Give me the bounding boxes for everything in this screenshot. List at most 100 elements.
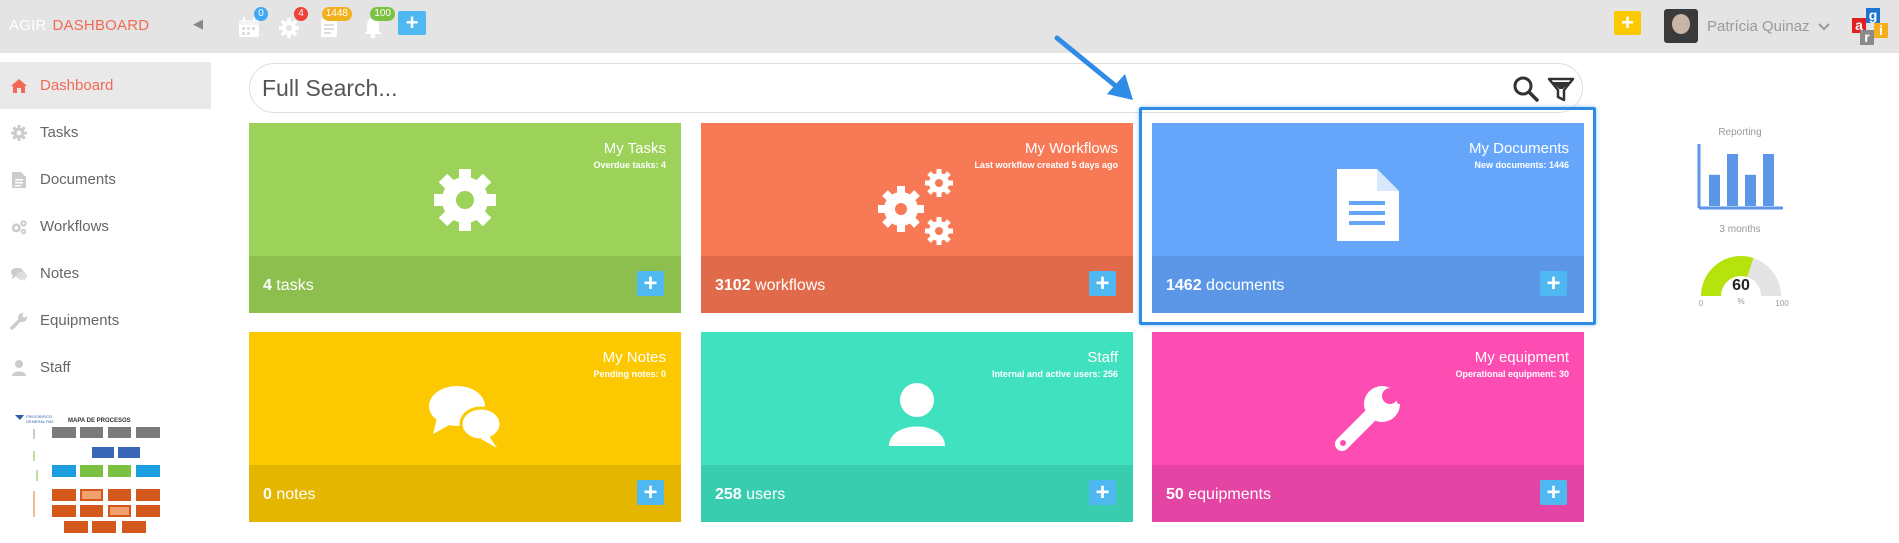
sidebar-item-equipments[interactable]: Equipments [0, 297, 211, 344]
user-icon [10, 359, 28, 377]
tile-count-unit: workflows [755, 277, 826, 294]
user-icon [889, 383, 945, 446]
tile-my-equipment[interactable]: My equipment Operational equipment: 30 5… [1152, 332, 1584, 522]
tile-footer: 3102 workflows + [701, 256, 1133, 313]
add-workflow-button[interactable]: + [1089, 271, 1116, 296]
tile-count-unit: tasks [276, 277, 314, 294]
logo-letter-r: r [1860, 30, 1874, 45]
tile-title: My Tasks [603, 140, 666, 157]
brand-section: DASHBOARD [52, 17, 150, 34]
gauge-min: 0 [1699, 299, 1704, 308]
search-icon[interactable] [1512, 75, 1540, 103]
gear-icon [10, 124, 28, 142]
sidebar-item-dashboard[interactable]: Dashboard [0, 62, 211, 109]
thumbnail-logo: FRIGORIFICO GENERAL PAZ [15, 414, 54, 424]
documents-badge: 1448 [321, 7, 352, 21]
tile-footer: 4 tasks + [249, 256, 681, 313]
gears-icon [10, 218, 28, 236]
tile-my-notes[interactable]: My Notes Pending notes: 0 0 notes + [249, 332, 681, 522]
add-button[interactable]: + [398, 11, 426, 35]
tile-header: My Notes Pending notes: 0 [249, 332, 681, 465]
avatar[interactable] [1664, 9, 1698, 43]
documents-button[interactable]: 1448 [316, 7, 352, 40]
top-bar: AGIR DASHBOARD ◀ 0 4 1448 100 + + Patríci… [0, 0, 1899, 53]
tile-count: 3102 workflows [715, 277, 825, 295]
sidebar-item-label: Documents [40, 171, 116, 188]
tile-count-unit: equipments [1188, 486, 1271, 503]
tile-count: 0 notes [263, 486, 316, 504]
search-bar [249, 63, 1583, 113]
tile-count-unit: users [746, 486, 786, 503]
brand[interactable]: AGIR DASHBOARD [9, 17, 149, 34]
sidebar-item-label: Notes [40, 265, 80, 282]
tile-footer: 50 equipments + [1152, 465, 1584, 522]
tile-footer: 0 notes + [249, 465, 681, 522]
add-equipment-button[interactable]: + [1540, 480, 1567, 505]
gears-icon [878, 169, 953, 245]
reporting-label: Reporting [1718, 127, 1762, 138]
notifications-button[interactable]: 100 [360, 7, 395, 40]
calendar-badge: 0 [254, 7, 268, 21]
agir-logo[interactable]: a g r i [1848, 6, 1894, 48]
tile-staff[interactable]: Staff Internal and active users: 256 258… [701, 332, 1133, 522]
tile-count-value: 50 [1166, 486, 1184, 503]
brand-name: AGIR [9, 17, 47, 34]
tile-subtitle: Last workflow created 5 days ago [974, 160, 1118, 170]
quick-add-button[interactable]: + [1614, 11, 1641, 35]
sidebar: Dashboard Tasks Documents Workflows Note… [0, 62, 211, 391]
reporting-period: 3 months [1719, 224, 1761, 235]
sidebar-item-tasks[interactable]: Tasks [0, 109, 211, 156]
tile-count-value: 4 [263, 277, 272, 294]
gauge-max: 100 [1775, 299, 1789, 308]
report-bar [1763, 154, 1774, 206]
wrench-icon [10, 312, 28, 330]
user-menu[interactable]: Patrícia Quinaz [1707, 18, 1830, 35]
tile-count: 50 equipments [1166, 486, 1271, 504]
tile-header: My Tasks Overdue tasks: 4 [249, 123, 681, 256]
sidebar-item-staff[interactable]: Staff [0, 344, 211, 391]
tile-title: My Notes [602, 349, 666, 366]
calendar-button[interactable]: 0 [236, 7, 268, 40]
gear-icon [434, 169, 496, 231]
chat-bubbles-icon [429, 386, 503, 448]
process-map-thumbnail[interactable]: FRIGORIFICO GENERAL PAZ MAPA DE PROCESOS [12, 413, 184, 541]
user-name: Patrícia Quinaz [1707, 18, 1810, 35]
tile-my-workflows[interactable]: My Workflows Last workflow created 5 day… [701, 123, 1133, 313]
logo-letter-g: g [1866, 8, 1880, 23]
sidebar-item-workflows[interactable]: Workflows [0, 203, 211, 250]
settings-button[interactable]: 4 [276, 7, 308, 40]
wrench-icon [1335, 386, 1404, 451]
tile-footer: 258 users + [701, 465, 1133, 522]
logo-letter-i: i [1874, 23, 1888, 38]
add-note-button[interactable]: + [637, 480, 664, 505]
sidebar-item-label: Equipments [40, 312, 120, 329]
search-input[interactable] [262, 72, 1462, 104]
progress-gauge: 60 % 0 100 [1699, 256, 1789, 308]
notifications-badge: 100 [370, 7, 395, 21]
home-icon [10, 77, 28, 95]
gauge-value: 60 [1732, 277, 1750, 294]
tile-count-value: 3102 [715, 277, 751, 294]
tile-header: My Workflows Last workflow created 5 day… [701, 123, 1133, 256]
sidebar-item-notes[interactable]: Notes [0, 250, 211, 297]
tile-count-value: 0 [263, 486, 272, 503]
tile-subtitle: Pending notes: 0 [593, 369, 666, 379]
tile-subtitle: Operational equipment: 30 [1455, 369, 1569, 379]
add-staff-button[interactable]: + [1089, 480, 1116, 505]
bar-chart-icon[interactable] [1697, 142, 1785, 210]
tile-count: 4 tasks [263, 277, 314, 295]
tile-subtitle: Overdue tasks: 4 [593, 160, 666, 170]
tile-title: My equipment [1474, 349, 1569, 366]
add-task-button[interactable]: + [637, 271, 664, 296]
tile-subtitle: Internal and active users: 256 [991, 369, 1118, 379]
tile-count-unit: notes [276, 486, 316, 503]
gauge-unit: % [1737, 297, 1744, 306]
sidebar-item-label: Tasks [40, 124, 79, 141]
tile-my-tasks[interactable]: My Tasks Overdue tasks: 4 4 tasks + [249, 123, 681, 313]
filter-icon[interactable] [1547, 75, 1575, 103]
collapse-sidebar-icon[interactable]: ◀ [193, 16, 203, 32]
thumbnail-title: MAPA DE PROCESOS [68, 418, 131, 424]
sidebar-item-documents[interactable]: Documents [0, 156, 211, 203]
report-bar [1727, 154, 1738, 206]
report-bars [1709, 154, 1774, 206]
